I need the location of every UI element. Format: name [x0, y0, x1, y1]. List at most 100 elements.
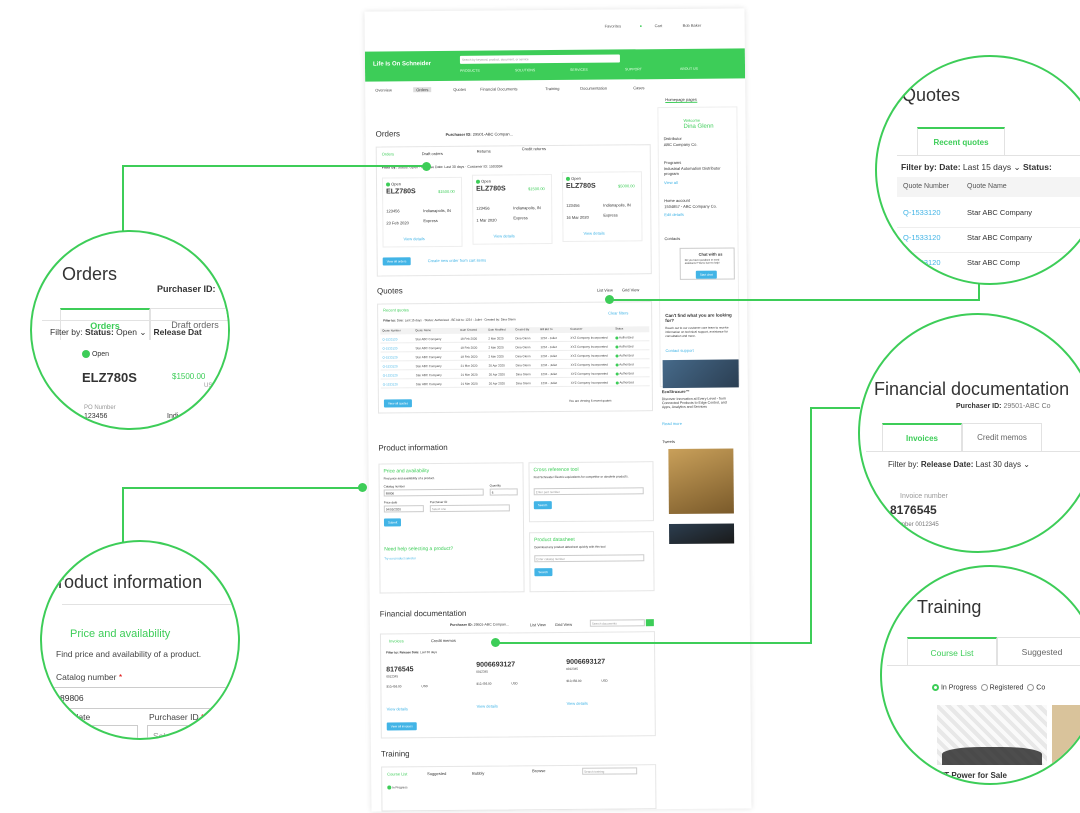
connector-line: [495, 642, 811, 644]
nav-about[interactable]: ABOUT US: [680, 67, 698, 71]
nav-services[interactable]: SERVICES: [570, 68, 588, 72]
view-details-link[interactable]: View details: [477, 704, 498, 709]
tab-suggested[interactable]: Suggested: [997, 637, 1080, 665]
table-row[interactable]: Q-1533120 Star ABC Company: [897, 204, 1080, 228]
tab-invoices[interactable]: Invoices: [882, 423, 962, 451]
quotes-zoom-circle: Quotes Recent quotes Filter by: Date: La…: [875, 55, 1080, 285]
tab-suggested[interactable]: Suggested: [427, 771, 446, 776]
grid-view-toggle[interactable]: Grid View: [555, 622, 572, 627]
cart-link[interactable]: Cart: [655, 23, 663, 28]
tab-credit-memos[interactable]: Credit memos: [431, 638, 456, 643]
view-details-link[interactable]: View details: [583, 231, 604, 236]
subnav-financial[interactable]: Financial Documents: [480, 86, 517, 91]
price-date-input[interactable]: 04/05/2020: [48, 725, 138, 738]
zoom-financial-filter[interactable]: Filter by: Release Date: Last 30 days ⌄: [866, 451, 1080, 469]
nav-support[interactable]: SUPPORT: [625, 67, 642, 71]
training-heading: Training: [380, 749, 410, 759]
tab-browse[interactable]: Browse: [532, 768, 545, 773]
subnav-documentation[interactable]: Documentation: [580, 86, 607, 91]
grid-view-toggle[interactable]: Grid View: [622, 287, 639, 292]
tab-credit-memos[interactable]: Credit memos: [962, 423, 1042, 451]
training-panel: Course List Suggested Bubbly Browse Sear…: [381, 764, 657, 812]
create-order-link[interactable]: Create new order from cart items: [428, 258, 487, 264]
cross-search-button[interactable]: Search: [533, 501, 552, 510]
catalog-number-input[interactable]: 89806: [54, 687, 238, 709]
course-thumbnail[interactable]: [1052, 705, 1080, 765]
order-number: ELZ780S: [82, 370, 137, 385]
search-icon[interactable]: [645, 619, 654, 627]
in-progress-radio[interactable]: In Progress: [387, 785, 407, 790]
purchaser-select[interactable]: Select one: [429, 504, 510, 513]
contact-support-link[interactable]: Contact support: [665, 348, 693, 353]
financial-search-input[interactable]: Search documents: [589, 619, 645, 627]
zoom-quotes-filter[interactable]: Filter by: Date: Last 15 days ⌄ Status:: [897, 155, 1080, 173]
notification-icon[interactable]: ●: [640, 23, 642, 28]
start-chat-button[interactable]: Start chat: [695, 270, 717, 279]
subnav-orders[interactable]: Orders: [413, 87, 432, 93]
read-more-link[interactable]: Read more: [662, 421, 682, 426]
tab-credit-returns[interactable]: Credit returns: [522, 146, 546, 151]
subnav-training[interactable]: Training: [545, 86, 559, 91]
course-thumbnail[interactable]: [937, 705, 1047, 765]
subnav-quotes[interactable]: Quotes: [453, 87, 466, 92]
list-view-toggle[interactable]: List View: [530, 622, 546, 627]
datasheet-input[interactable]: Enter catalog number: [534, 554, 645, 563]
view-details-link[interactable]: View details: [403, 236, 424, 241]
tab-orders[interactable]: Orders: [382, 151, 394, 156]
datasheet-search-button[interactable]: Search: [534, 568, 552, 577]
site-search-input[interactable]: Search by keyword, product, document, or…: [459, 54, 620, 64]
financial-purchaser[interactable]: Purchaser ID: 29501-ABC Compan...: [450, 622, 509, 627]
clear-filters-link[interactable]: Clear filters: [608, 310, 628, 315]
order-card[interactable]: Open ELZ780S $1500.00 123456 Indianapoli…: [381, 176, 463, 248]
view-all-quotes-button[interactable]: View all quotes: [383, 399, 413, 408]
nav-products[interactable]: PRODUCTS: [460, 69, 480, 73]
edit-account-link[interactable]: Edit details: [664, 212, 684, 217]
orders-purchaser[interactable]: Purchaser ID: 29501-ABC Compan...: [446, 131, 513, 137]
training-zoom-circle: Training Course List Suggested In Progre…: [880, 565, 1080, 785]
submit-button[interactable]: Submit: [383, 518, 402, 527]
training-search-input[interactable]: Search training: [582, 767, 638, 775]
homepage-button[interactable]: Homepage pages: [665, 96, 697, 104]
view-details-link[interactable]: View details: [387, 706, 408, 711]
quantity-input[interactable]: 6: [489, 488, 518, 496]
tab-bubbly[interactable]: Bubbly: [472, 771, 484, 776]
brand-logo[interactable]: Life Is On Schneider: [373, 61, 431, 68]
tab-draft-orders[interactable]: Draft orders: [422, 151, 443, 156]
price-date-input[interactable]: 04/05/2020: [383, 505, 424, 513]
table-row[interactable]: Q-1533120 Star ABC Company 21 Mar 2020 20 A…: [380, 378, 650, 389]
user-menu[interactable]: Bob Baker: [683, 23, 702, 28]
nav-solutions[interactable]: SOLUTIONS: [515, 68, 535, 72]
quotes-filter[interactable]: Filter by: Date: Last 15 days · Status: …: [383, 317, 516, 322]
purchaser-select[interactable]: Select: [147, 725, 237, 738]
view-all-invoices-button[interactable]: View all invoices: [386, 722, 417, 731]
order-card[interactable]: Open ELZ780S $5000.00 123456 Indianapoli…: [561, 171, 643, 242]
tab-course-list[interactable]: Course List: [907, 637, 997, 665]
view-all-orders-button[interactable]: View all orders: [382, 257, 411, 266]
part-number-input[interactable]: Enter part number: [533, 487, 644, 496]
subnav-overview[interactable]: Overview: [375, 87, 392, 92]
status-radio-group[interactable]: In Progress Registered Co: [932, 684, 1045, 691]
financial-filter[interactable]: Filter by: Release Date: Last 30 days: [386, 650, 437, 654]
tab-course-list[interactable]: Course List: [387, 771, 407, 776]
view-details-link[interactable]: View details: [567, 701, 588, 706]
zoom-orders-filter[interactable]: Filter by: Status: Open ⌄ Release Dat: [42, 320, 228, 338]
table-row[interactable]: Q-1533120 Star ABC Comp: [897, 254, 1080, 278]
programs-view-all[interactable]: View all: [664, 180, 678, 185]
list-view-toggle[interactable]: List View: [597, 288, 613, 293]
tab-invoices[interactable]: Invoices: [389, 638, 404, 643]
financial-heading: Financial documentation: [379, 608, 467, 619]
view-details-link[interactable]: View details: [493, 233, 514, 238]
connector-line: [610, 299, 980, 301]
tab-recent-quotes[interactable]: Recent quotes: [917, 127, 1005, 155]
tab-returns[interactable]: Returns: [477, 149, 491, 154]
quotes-heading: Quotes: [376, 286, 403, 296]
zoom-training-title: Training: [917, 597, 982, 617]
catalog-number-input[interactable]: 89806: [383, 488, 484, 497]
subnav-cases[interactable]: Cases: [633, 85, 644, 90]
order-card[interactable]: Open ELZ780S $1500.00 123456 Indianapoli…: [471, 174, 553, 245]
favorites-link[interactable]: Favorites: [605, 23, 621, 28]
product-selector-link[interactable]: Try our product selector: [384, 556, 416, 560]
tab-recent-quotes[interactable]: Recent quotes: [383, 307, 409, 312]
course-title[interactable]: IT Power for Sale: [942, 771, 1007, 780]
table-row[interactable]: Q-1533120 Star ABC Company: [897, 229, 1080, 253]
